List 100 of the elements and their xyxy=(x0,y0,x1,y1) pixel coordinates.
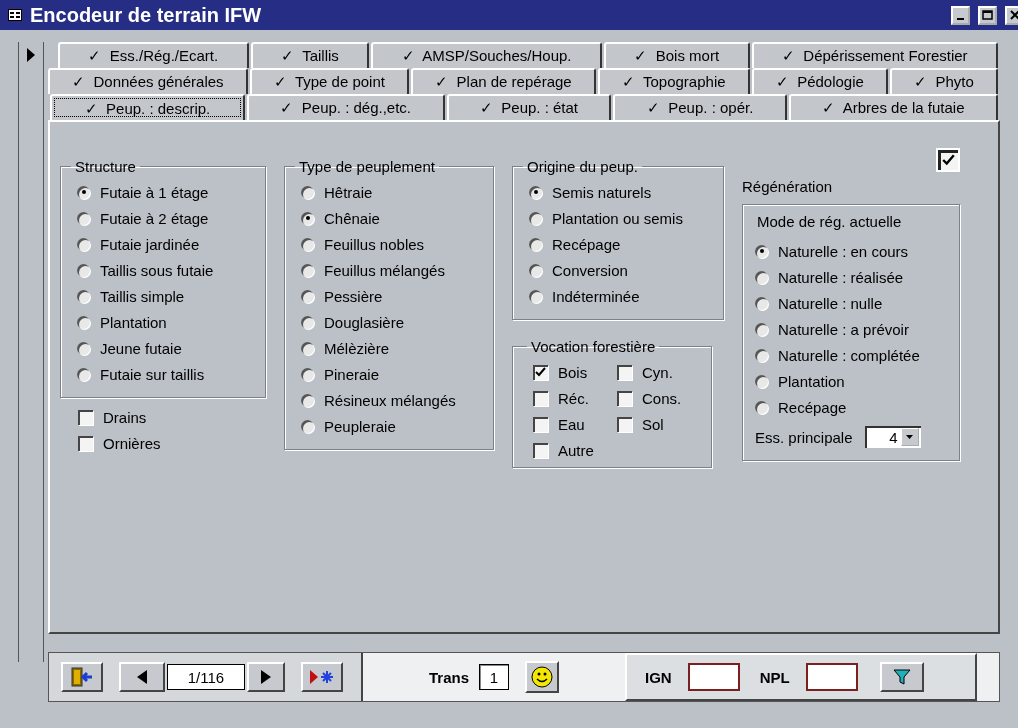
tab[interactable]: ✓ AMSP/Souches/Houp. xyxy=(371,42,602,68)
radio-option[interactable]: Recépage xyxy=(755,394,947,420)
radio-option[interactable]: Naturelle : nulle xyxy=(755,290,947,316)
radio-button[interactable] xyxy=(755,348,768,362)
radio-option[interactable]: Futaie à 2 étage xyxy=(77,205,253,231)
radio-option[interactable]: Plantation xyxy=(77,309,253,335)
radio-button[interactable] xyxy=(301,315,314,329)
radio-option[interactable]: Naturelle : réalisée xyxy=(755,264,947,290)
radio-button[interactable] xyxy=(77,289,90,303)
checkbox[interactable] xyxy=(617,364,632,380)
checkbox[interactable] xyxy=(533,416,548,432)
radio-button[interactable] xyxy=(301,211,314,225)
checkbox[interactable] xyxy=(533,390,548,406)
exit-button[interactable] xyxy=(61,662,103,692)
checkbox-option[interactable]: Eau xyxy=(533,411,617,437)
radio-option[interactable]: Hêtraie xyxy=(301,179,481,205)
tab[interactable]: ✓ Taillis xyxy=(250,42,370,68)
radio-button[interactable] xyxy=(77,367,90,381)
radio-button[interactable] xyxy=(755,374,768,388)
radio-option[interactable]: Recépage xyxy=(529,231,711,257)
radio-option[interactable]: Feuillus nobles xyxy=(301,231,481,257)
radio-button[interactable] xyxy=(755,244,768,258)
radio-option[interactable]: Plantation ou semis xyxy=(529,205,711,231)
checkbox[interactable] xyxy=(533,442,548,458)
npl-field[interactable] xyxy=(805,663,858,691)
checkbox-option[interactable]: Sol xyxy=(617,411,697,437)
radio-option[interactable]: Conversion xyxy=(529,257,711,283)
tab[interactable]: ✓ Arbres de la futaie xyxy=(788,94,998,120)
radio-option[interactable]: Jeune futaie xyxy=(77,335,253,361)
ign-field[interactable] xyxy=(687,663,740,691)
radio-option[interactable]: Douglasière xyxy=(301,309,481,335)
radio-option[interactable]: Indéterminée xyxy=(529,283,711,309)
radio-option[interactable]: Feuillus mélangés xyxy=(301,257,481,283)
radio-option[interactable]: Peupleraie xyxy=(301,413,481,439)
radio-button[interactable] xyxy=(529,211,542,225)
radio-button[interactable] xyxy=(301,289,314,303)
checkbox-option[interactable]: Bois xyxy=(533,359,617,385)
radio-button[interactable] xyxy=(301,341,314,355)
radio-button[interactable] xyxy=(301,185,314,199)
radio-option[interactable]: Plantation xyxy=(755,368,947,394)
checkbox-option[interactable]: Réc. xyxy=(533,385,617,411)
radio-button[interactable] xyxy=(77,341,90,355)
radio-button[interactable] xyxy=(755,270,768,284)
checkbox-option[interactable]: Cons. xyxy=(617,385,697,411)
tab[interactable]: ✓ Peup. : dég.,etc. xyxy=(247,94,445,120)
tab[interactable]: ✓ Type de point xyxy=(249,68,410,94)
radio-option[interactable]: Taillis simple xyxy=(77,283,253,309)
radio-option[interactable]: Pessière xyxy=(301,283,481,309)
radio-option[interactable]: Résineux mélangés xyxy=(301,387,481,413)
radio-option[interactable]: Pineraie xyxy=(301,361,481,387)
radio-button[interactable] xyxy=(301,419,314,433)
radio-option[interactable]: Mélèzière xyxy=(301,335,481,361)
radio-button[interactable] xyxy=(301,367,314,381)
regeneration-checkbox[interactable] xyxy=(938,150,958,170)
radio-button[interactable] xyxy=(77,237,90,251)
tab[interactable]: ✓ Peup. : descrip. xyxy=(50,94,245,121)
radio-button[interactable] xyxy=(529,289,542,303)
tab[interactable]: ✓ Ess./Rég./Ecart. xyxy=(58,42,249,68)
species-dropdown[interactable]: 4 xyxy=(864,426,921,448)
tab[interactable]: ✓ Topographie xyxy=(597,68,750,94)
checkbox[interactable] xyxy=(78,435,93,451)
tab[interactable]: ✓ Plan de repérage xyxy=(411,68,596,94)
checkbox-option[interactable]: Cyn. xyxy=(617,359,697,385)
checkbox[interactable] xyxy=(617,416,632,432)
tab[interactable]: ✓ Bois mort xyxy=(603,42,750,68)
smiley-button[interactable] xyxy=(525,661,559,693)
close-button[interactable] xyxy=(1005,5,1018,25)
record-selector[interactable] xyxy=(18,42,44,662)
maximize-button[interactable] xyxy=(978,5,997,25)
tab[interactable]: ✓ Phyto xyxy=(890,68,998,94)
radio-option[interactable]: Taillis sous futaie xyxy=(77,257,253,283)
radio-option[interactable]: Naturelle : en cours xyxy=(755,238,947,264)
radio-option[interactable]: Naturelle : complétée xyxy=(755,342,947,368)
tab[interactable]: ✓ Pédologie xyxy=(751,68,889,94)
radio-button[interactable] xyxy=(529,185,542,199)
record-number-field[interactable]: 1/116 xyxy=(167,664,245,690)
tab[interactable]: ✓ Peup. : opér. xyxy=(613,94,787,120)
trans-field[interactable]: 1 xyxy=(479,664,509,690)
radio-button[interactable] xyxy=(755,296,768,310)
radio-option[interactable]: Futaie à 1 étage xyxy=(77,179,253,205)
radio-option[interactable]: Futaie jardinée xyxy=(77,231,253,257)
radio-option[interactable]: Semis naturels xyxy=(529,179,711,205)
new-record-button[interactable] xyxy=(301,662,343,692)
checkbox-option[interactable]: Autre xyxy=(533,437,617,463)
next-record-button[interactable] xyxy=(247,662,285,692)
radio-option[interactable]: Chênaie xyxy=(301,205,481,231)
checkbox-option[interactable]: Ornières xyxy=(78,430,266,456)
radio-button[interactable] xyxy=(301,393,314,407)
minimize-button[interactable] xyxy=(951,5,970,25)
radio-button[interactable] xyxy=(755,400,768,414)
tab[interactable]: ✓ Données générales xyxy=(48,68,248,94)
radio-button[interactable] xyxy=(77,263,90,277)
radio-button[interactable] xyxy=(301,263,314,277)
checkbox[interactable] xyxy=(617,390,632,406)
checkbox[interactable] xyxy=(533,364,548,380)
filter-button[interactable] xyxy=(879,662,924,692)
radio-button[interactable] xyxy=(529,237,542,251)
radio-option[interactable]: Futaie sur taillis xyxy=(77,361,253,387)
tab[interactable]: ✓ Dépérissement Forestier xyxy=(751,42,998,68)
radio-button[interactable] xyxy=(755,322,768,336)
